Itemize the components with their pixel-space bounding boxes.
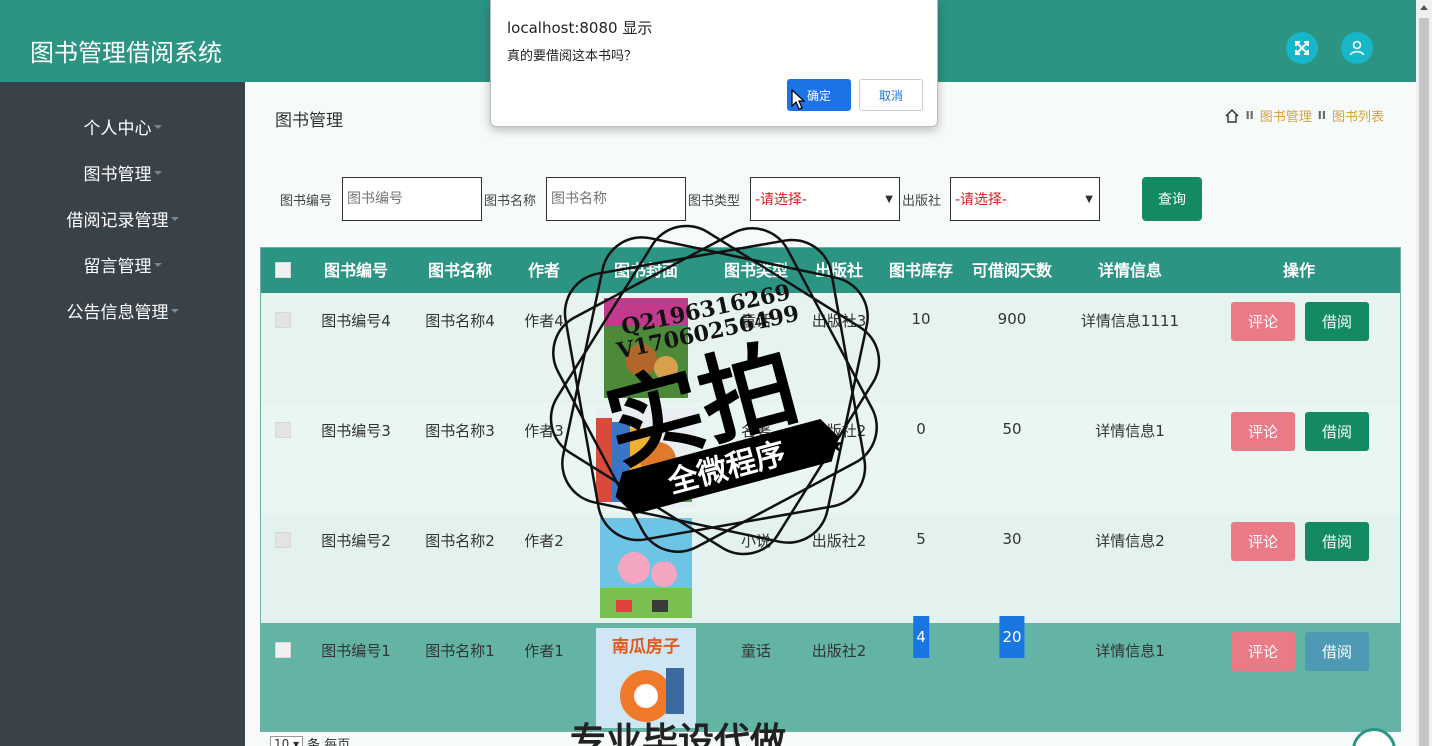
svg-text:南瓜房子: 南瓜房子 bbox=[612, 636, 680, 657]
row-checkbox[interactable] bbox=[275, 422, 291, 438]
sidebar: 个人中心 图书管理 借阅记录管理 留言管理 公告信息管理 bbox=[0, 82, 245, 746]
comment-button[interactable]: 评论 bbox=[1231, 632, 1295, 671]
chevron-down-icon: ▼ bbox=[885, 193, 893, 205]
borrow-button[interactable]: 借阅 bbox=[1305, 632, 1369, 671]
book-table: 图书编号 图书名称 作者 图书封面 图书类型 出版社 图书库存 可借阅天数 详情… bbox=[260, 247, 1401, 732]
sidebar-item-borrow-records[interactable]: 借阅记录管理 bbox=[0, 203, 245, 233]
home-icon[interactable] bbox=[1224, 108, 1240, 124]
user-button[interactable] bbox=[1341, 32, 1373, 64]
user-icon bbox=[1349, 40, 1365, 56]
table-row: 图书编号2 图书名称2 作者2 小说 出版社2 5 30 详情信息2 评论 借阅 bbox=[261, 513, 1400, 623]
caret-down-icon bbox=[170, 309, 179, 313]
breadcrumb-book-management[interactable]: 图书管理 bbox=[1260, 106, 1312, 125]
comment-button[interactable]: 评论 bbox=[1231, 412, 1295, 451]
query-button[interactable]: 查询 bbox=[1142, 177, 1202, 221]
caret-down-icon bbox=[153, 171, 162, 175]
table-header: 图书编号 图书名称 作者 图书封面 图书类型 出版社 图书库存 可借阅天数 详情… bbox=[261, 248, 1400, 293]
sidebar-item-announcements[interactable]: 公告信息管理 bbox=[0, 295, 245, 325]
table-row: 图书编号4 图书名称4 作者4 童话 出版社3 10 900 详情信息1111 … bbox=[261, 293, 1400, 403]
vertical-scrollbar[interactable] bbox=[1416, 0, 1432, 746]
book-name-input[interactable] bbox=[546, 177, 686, 221]
breadcrumb-book-list[interactable]: 图书列表 bbox=[1332, 106, 1384, 125]
book-no-label: 图书编号 bbox=[280, 194, 333, 209]
confirm-dialog: localhost:8080 显示 真的要借阅这本书吗？ 确定 取消 bbox=[490, 0, 938, 127]
comment-button[interactable]: 评论 bbox=[1231, 522, 1295, 561]
caret-down-icon bbox=[170, 217, 179, 221]
book-cover-image bbox=[604, 298, 688, 398]
col-author: 作者 bbox=[527, 261, 561, 280]
table-row-hovered: 图书编号1 图书名称1 作者1 南瓜房子 童话 出版社2 4 20 详情信息1 … bbox=[261, 616, 1400, 731]
mouse-cursor-icon bbox=[791, 89, 805, 110]
breadcrumb: II 图书管理 II 图书列表 bbox=[1224, 106, 1384, 125]
fullscreen-button[interactable] bbox=[1286, 32, 1318, 64]
book-type-select[interactable]: -请选择- ▼ bbox=[750, 177, 900, 221]
sidebar-item-personal-center[interactable]: 个人中心 bbox=[0, 111, 245, 141]
col-detail: 详情信息 bbox=[1097, 261, 1163, 280]
main-content: 图书管理 II 图书管理 II 图书列表 图书编号 图书名称 图书类型 -请选择… bbox=[245, 82, 1416, 746]
col-cover: 图书封面 bbox=[613, 261, 679, 280]
caret-down-icon bbox=[153, 263, 162, 267]
book-name-label: 图书名称 bbox=[484, 194, 537, 209]
borrow-button[interactable]: 借阅 bbox=[1305, 412, 1369, 451]
col-days: 可借阅天数 bbox=[971, 261, 1053, 280]
table-row: 图书编号3 图书名称3 作者3 名著 出版社2 0 50 详情信息1 评论 借阅 bbox=[261, 403, 1400, 513]
caret-down-icon bbox=[153, 125, 162, 129]
sidebar-item-book-management[interactable]: 图书管理 bbox=[0, 157, 245, 187]
page-size-select[interactable]: 10 ▾ bbox=[270, 735, 304, 746]
col-stock: 图书库存 bbox=[888, 261, 954, 280]
book-cover-image bbox=[600, 518, 692, 618]
pagination: 10 ▾ 条 每页 bbox=[270, 734, 350, 746]
borrow-button[interactable]: 借阅 bbox=[1305, 522, 1369, 561]
row-checkbox[interactable] bbox=[275, 312, 291, 328]
comment-button[interactable]: 评论 bbox=[1231, 302, 1295, 341]
page-title: 图书管理 bbox=[275, 111, 343, 131]
borrow-button[interactable]: 借阅 bbox=[1305, 302, 1369, 341]
expand-icon bbox=[1295, 41, 1309, 55]
scrollbar-thumb[interactable] bbox=[1419, 18, 1429, 746]
sidebar-item-messages[interactable]: 留言管理 bbox=[0, 249, 245, 279]
book-no-input[interactable] bbox=[342, 177, 482, 221]
dialog-message: 真的要借阅这本书吗？ bbox=[507, 49, 638, 64]
col-actions: 操作 bbox=[1282, 261, 1316, 280]
app-title: 图书管理借阅系统 bbox=[30, 39, 222, 67]
select-all-checkbox[interactable] bbox=[275, 262, 291, 278]
col-publisher: 出版社 bbox=[814, 261, 864, 280]
scroll-up-icon[interactable] bbox=[1416, 0, 1432, 16]
watermark-bottom-text: 专业毕设代做 bbox=[570, 721, 787, 746]
col-book-name: 图书名称 bbox=[427, 261, 493, 280]
row-checkbox[interactable] bbox=[275, 532, 291, 548]
book-type-label: 图书类型 bbox=[688, 194, 741, 209]
publisher-select[interactable]: -请选择- ▼ bbox=[950, 177, 1100, 221]
publisher-label: 出版社 bbox=[902, 194, 942, 209]
dialog-cancel-button[interactable]: 取消 bbox=[859, 79, 923, 111]
col-book-no: 图书编号 bbox=[323, 261, 389, 280]
dialog-title: localhost:8080 显示 bbox=[507, 19, 653, 37]
chevron-down-icon: ▼ bbox=[1085, 193, 1093, 205]
book-cover-image bbox=[596, 408, 696, 508]
row-checkbox[interactable] bbox=[275, 642, 291, 658]
col-type: 图书类型 bbox=[723, 261, 789, 280]
